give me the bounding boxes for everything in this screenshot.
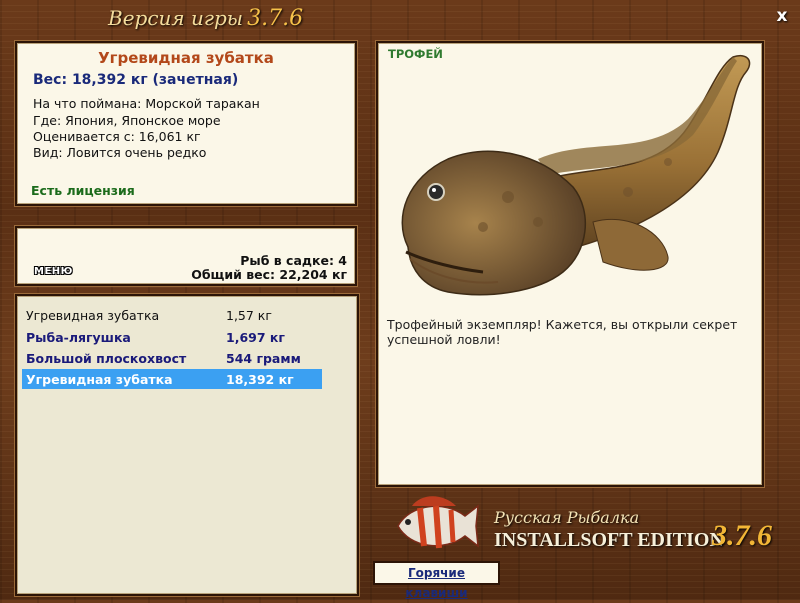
list-item-weight: 1,697 кг	[226, 330, 285, 345]
hotkeys-button[interactable]: Горячие клавиши	[373, 561, 500, 600]
menu-button[interactable]: МЕНЮ	[34, 266, 73, 277]
list-item[interactable]: Большой плоскохвост 544 грамм	[22, 348, 322, 368]
list-item-name: Рыба-лягушка	[26, 330, 131, 345]
wolf-eel-image	[401, 55, 751, 296]
info-location: Где: Япония, Японское море	[33, 113, 221, 128]
list-item-name: Угревидная зубатка	[26, 372, 173, 387]
close-button[interactable]: x	[772, 6, 792, 26]
info-rarity: Вид: Ловится очень редко	[33, 145, 207, 160]
list-item-selected[interactable]: Угревидная зубатка 18,392 кг	[22, 369, 322, 389]
list-item-weight: 18,392 кг	[226, 372, 294, 387]
license-status: Есть лицензия	[31, 183, 135, 198]
game-logo: Русская Рыбалка INSTALLSOFT EDITION 3.7.…	[390, 488, 795, 563]
info-score-threshold: Оценивается с: 16,061 кг	[33, 129, 201, 144]
keep-net-count: Рыб в садке: 4	[240, 253, 347, 268]
logo-version: 3.7.6	[712, 519, 772, 552]
list-item-weight: 544 грамм	[226, 351, 301, 366]
window-title-version: 3.7.6	[247, 6, 304, 31]
catch-list: Угревидная зубатка 1,57 кг Рыба-лягушка …	[15, 294, 359, 596]
window-title: Версия игры 3.7.6	[108, 6, 308, 36]
trophy-label: ТРОФЕЙ	[388, 47, 443, 61]
list-item-name: Угревидная зубатка	[26, 308, 160, 323]
trophy-panel: ТРОФЕЙ Трофейный экземпляр! Кажется, вы …	[376, 41, 764, 487]
fish-weight: Вес: 18,392 кг (зачетная)	[33, 72, 239, 88]
logo-title: Русская Рыбалка	[494, 508, 640, 527]
list-item[interactable]: Угревидная зубатка 1,57 кг	[22, 305, 322, 325]
trophy-description: Трофейный экземпляр! Кажется, вы открыли…	[387, 317, 738, 347]
keep-net-panel: МЕНЮ Рыб в садке: 4 Общий вес: 22,204 кг	[15, 226, 357, 286]
fish-info-panel: Угревидная зубатка Вес: 18,392 кг (зачет…	[15, 41, 357, 206]
list-item-name: Большой плоскохвост	[26, 351, 187, 366]
window-title-text: Версия игры	[108, 6, 244, 30]
list-item-weight: 1,57 кг	[226, 308, 272, 323]
logo-edition: INSTALLSOFT EDITION	[494, 529, 724, 551]
list-item[interactable]: Рыба-лягушка 1,697 кг	[22, 327, 322, 347]
fish-name: Угревидная зубатка	[98, 49, 274, 67]
fish-logo-icon	[397, 496, 479, 549]
keep-net-total-weight: Общий вес: 22,204 кг	[191, 267, 347, 282]
info-bait: На что поймана: Морской таракан	[33, 96, 260, 111]
